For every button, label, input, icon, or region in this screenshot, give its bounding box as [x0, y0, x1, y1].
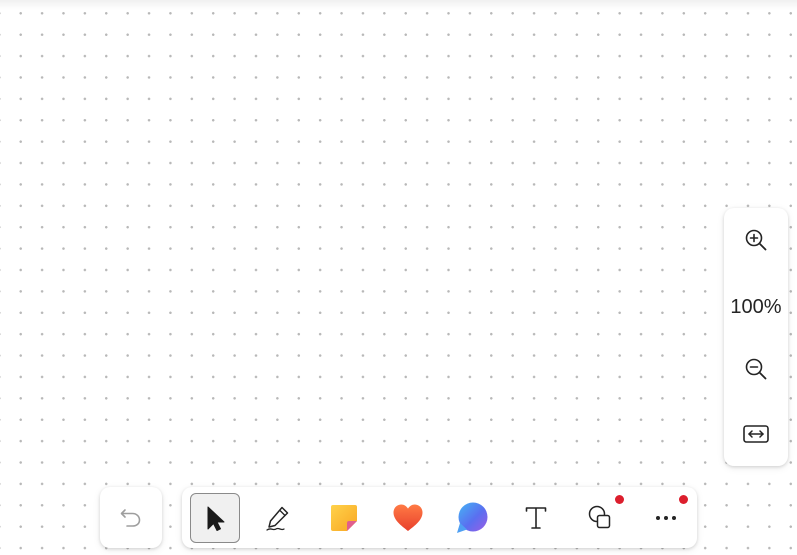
undo-panel [100, 487, 162, 548]
pen-tool-button[interactable] [253, 493, 303, 543]
tools-toolbar [182, 487, 697, 548]
pen-icon [266, 506, 289, 531]
text-tool-button[interactable] [511, 493, 561, 543]
more-notification-badge [679, 495, 688, 504]
whiteboard-canvas[interactable] [0, 0, 797, 555]
comment-bubble-icon [457, 502, 488, 533]
zoom-controls-panel: 100% [724, 208, 788, 466]
zoom-in-button[interactable] [736, 220, 776, 260]
zoom-out-icon [745, 358, 767, 380]
comment-tool-button[interactable] [447, 493, 497, 543]
top-edge-shadow [0, 0, 797, 10]
shapes-icon [588, 505, 611, 529]
reactions-tool-button[interactable] [383, 493, 433, 543]
zoom-in-icon [745, 229, 767, 251]
fit-to-screen-icon [743, 425, 769, 443]
pointer-icon [207, 506, 225, 531]
heart-icon [393, 504, 423, 531]
fit-to-screen-button[interactable] [736, 414, 776, 454]
sticky-note-tool-button[interactable] [319, 493, 369, 543]
zoom-out-button[interactable] [736, 349, 776, 389]
zoom-level-readout[interactable]: 100% [724, 292, 788, 322]
shapes-notification-badge [615, 495, 624, 504]
more-icon [656, 516, 676, 520]
select-tool-button[interactable] [190, 493, 240, 543]
text-icon [525, 507, 547, 529]
undo-icon [120, 509, 141, 527]
sticky-note-icon [331, 505, 357, 531]
undo-button[interactable] [111, 497, 151, 537]
